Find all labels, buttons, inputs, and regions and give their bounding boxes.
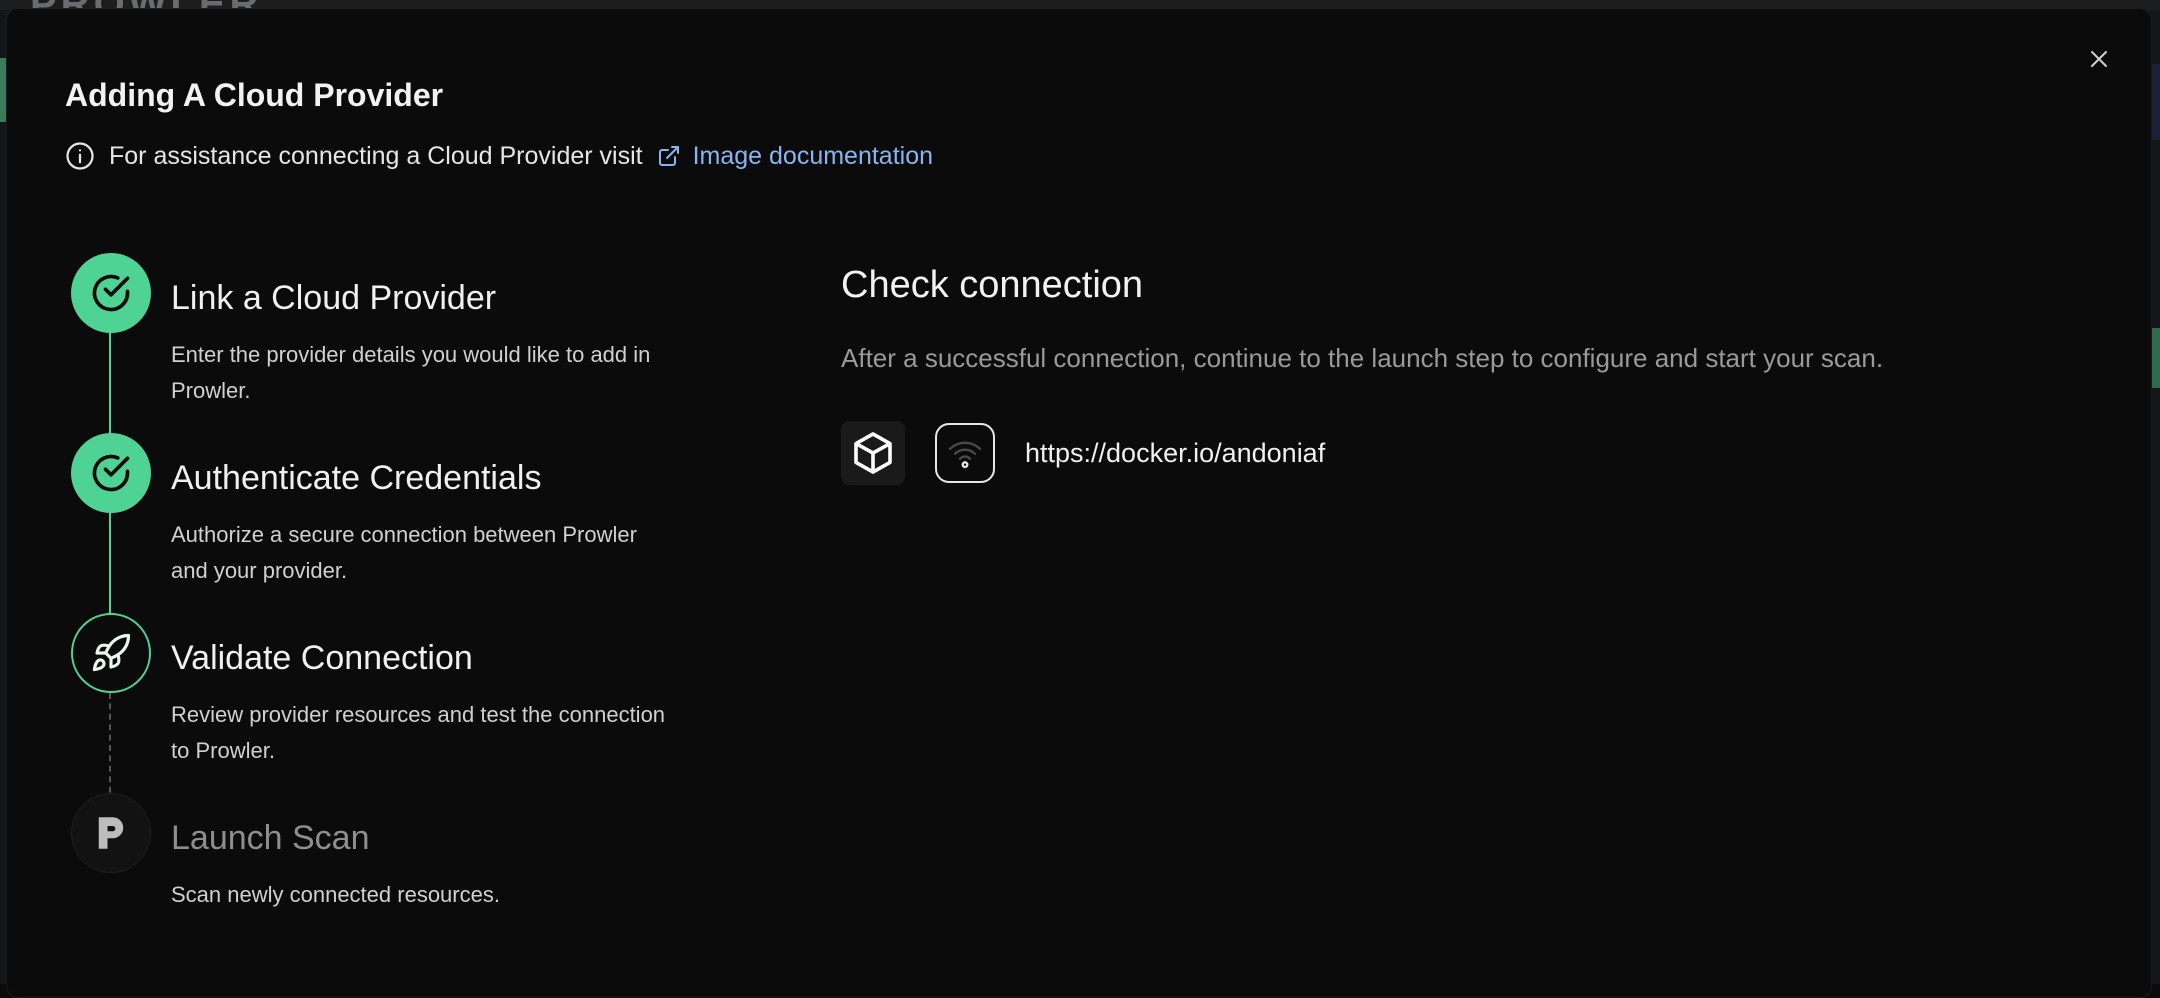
step-1-description: Enter the provider details you would lik… [171, 342, 651, 403]
external-link-icon [658, 146, 679, 166]
step-2-indicator [71, 433, 151, 513]
rocket-icon [92, 633, 131, 672]
step-connector-3 [109, 693, 111, 803]
assistance-line: For assistance connecting a Cloud Provid… [65, 141, 933, 171]
step-4-indicator [71, 793, 151, 873]
provider-info-row: https://docker.io/andoniaf [841, 421, 1325, 485]
provider-uid: https://docker.io/andoniaf [1025, 437, 1326, 468]
box-icon [854, 432, 892, 474]
add-provider-modal: Adding A Cloud Provider For assistance c… [6, 8, 2152, 998]
background-button-edge [2152, 328, 2160, 388]
check-connection-description: After a successful connection, continue … [841, 343, 1884, 373]
step-connector-2 [109, 513, 111, 623]
step-connector-1 [109, 333, 111, 443]
check-connection-title: Check connection [841, 264, 1144, 306]
step-1-indicator [71, 253, 151, 333]
check-circle-icon [92, 454, 130, 492]
background-logo: PROWLER [30, 0, 360, 8]
step-2-description: Authorize a secure connection between Pr… [171, 522, 637, 583]
prowler-logo-icon [98, 817, 124, 849]
image-documentation-link[interactable]: Image documentation [657, 142, 933, 171]
step-4-title: Launch Scan [171, 819, 370, 857]
modal-title: Adding A Cloud Provider [65, 77, 444, 113]
step-3-title: Validate Connection [171, 639, 473, 677]
provider-logo [841, 421, 905, 485]
close-icon [2091, 51, 2107, 67]
image-documentation-label: Image documentation [692, 141, 934, 170]
check-circle-icon [92, 274, 130, 312]
step-3-indicator [71, 613, 151, 693]
step-1-title: Link a Cloud Provider [171, 279, 497, 317]
assistance-text: For assistance connecting a Cloud Provid… [109, 141, 643, 170]
wifi-icon [948, 441, 982, 469]
close-button[interactable] [2079, 39, 2119, 79]
step-4-description: Scan newly connected resources. [171, 882, 500, 907]
step-3-description: Review provider resources and test the c… [171, 702, 666, 763]
step-2-title: Authenticate Credentials [171, 459, 542, 497]
info-icon [65, 141, 95, 171]
connection-status-indicator [935, 423, 995, 483]
